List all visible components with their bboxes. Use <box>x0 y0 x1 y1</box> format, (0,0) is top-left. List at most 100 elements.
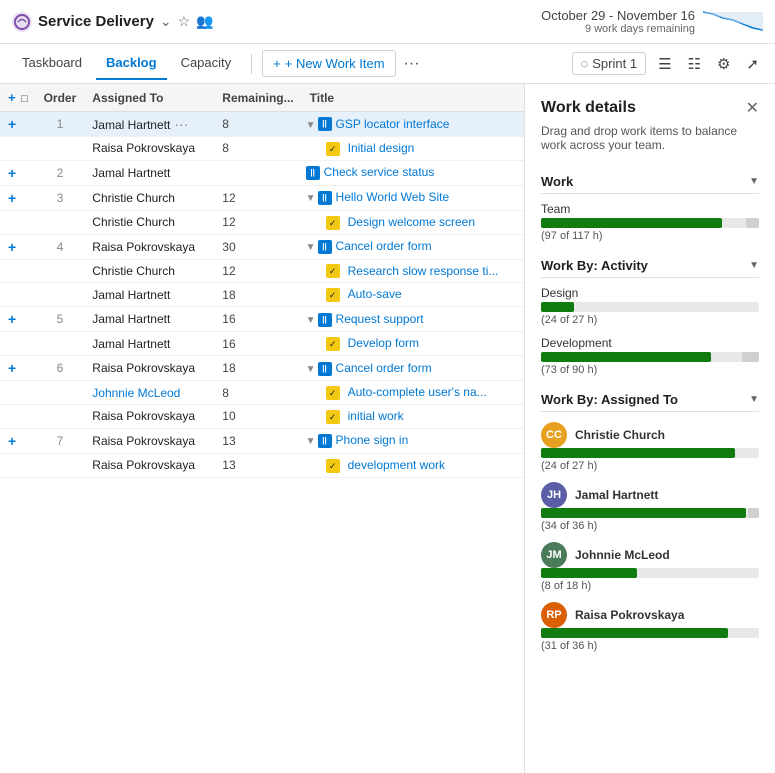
child-work-item-title[interactable]: Auto-save <box>344 287 402 301</box>
parent-work-item-title[interactable]: Phone sign in <box>336 433 409 447</box>
person-bar-container <box>541 568 759 578</box>
settings-icon[interactable]: ⚙ <box>713 51 734 77</box>
assigned-to-name: Jamal Hartnett <box>92 288 170 302</box>
remaining-cell: 13 <box>214 428 301 453</box>
person-bar-container <box>541 628 759 638</box>
assigned-to-name: Jamal Hartnett <box>92 312 170 326</box>
row-more-button[interactable]: ··· <box>174 116 188 132</box>
top-bar: Service Delivery ⌄ ☆ 👥 October 29 - Nove… <box>0 0 775 44</box>
child-work-item-title[interactable]: Auto-complete user's na... <box>344 385 487 399</box>
task-icon: ✓ <box>326 288 340 302</box>
story-icon <box>306 166 320 180</box>
child-work-item-title[interactable]: Design welcome screen <box>344 215 475 229</box>
child-work-item-title[interactable]: initial work <box>344 409 404 423</box>
assigned-to-cell: Jamal Hartnett··· <box>84 112 214 137</box>
title-cell: ▼ GSP locator interface <box>302 112 524 137</box>
assigned-to-name[interactable]: Johnnie McLeod <box>92 386 180 400</box>
add-row-icon[interactable]: + <box>8 90 16 105</box>
filter-options-icon[interactable]: ☰ <box>654 51 675 77</box>
collapse-button[interactable]: ▼ <box>306 364 316 375</box>
row-checkbox-cell <box>0 283 36 307</box>
order-cell: 7 <box>36 428 85 453</box>
person-avatar: JM <box>541 542 567 568</box>
team-members-icon[interactable]: 👥 <box>196 13 213 30</box>
child-work-item-title[interactable]: Research slow response ti... <box>344 264 499 278</box>
collapse-button[interactable]: ▼ <box>306 193 316 204</box>
add-child-icon[interactable]: + <box>8 311 16 327</box>
parent-work-item-title[interactable]: Cancel order form <box>336 239 432 253</box>
add-child-icon[interactable]: + <box>8 433 16 449</box>
work-details-panel: Work details ✕ Drag and drop work items … <box>525 84 775 773</box>
expand-icon[interactable]: ➚ <box>742 51 763 77</box>
row-checkbox-cell: + <box>0 160 36 185</box>
new-work-item-button[interactable]: + + New Work Item <box>262 50 395 77</box>
collapse-button[interactable]: ▼ <box>306 315 316 326</box>
parent-work-item-title[interactable]: GSP locator interface <box>336 117 450 131</box>
row-checkbox-cell: + <box>0 185 36 210</box>
assigned-to-name: Raisa Pokrovskaya <box>92 361 195 375</box>
assigned-to-cell: Raisa Pokrovskaya <box>84 428 214 453</box>
toggle-all-icon[interactable]: □ <box>21 93 28 105</box>
title-cell: ▼ Cancel order form <box>302 356 524 381</box>
filter-icon[interactable]: ☷ <box>684 51 705 77</box>
design-bar-container <box>541 302 759 312</box>
tab-taskboard[interactable]: Taskboard <box>12 47 92 80</box>
collapse-button[interactable]: ▼ <box>306 436 316 447</box>
collapse-button[interactable]: ▼ <box>306 242 316 253</box>
sprint-selector[interactable]: ◌ Sprint 1 <box>572 52 647 75</box>
parent-work-item-title[interactable]: Cancel order form <box>336 361 432 375</box>
table-row: +5Jamal Hartnett16▼Request support <box>0 307 524 332</box>
parent-work-item-title[interactable]: Check service status <box>324 165 435 179</box>
work-by-activity-section-header[interactable]: Work By: Activity ▼ <box>541 252 759 278</box>
development-bar-label: Development <box>541 336 759 350</box>
add-child-icon[interactable]: + <box>8 190 16 206</box>
collapse-button[interactable]: ▼ <box>306 120 316 131</box>
story-icon <box>318 434 332 448</box>
child-work-item-title[interactable]: Initial design <box>344 141 415 155</box>
add-child-icon[interactable]: + <box>8 360 16 376</box>
assigned-to-cell: Christie Church <box>84 185 214 210</box>
order-cell <box>36 381 85 405</box>
tab-backlog[interactable]: Backlog <box>96 47 167 80</box>
work-by-assigned-to-section-header[interactable]: Work By: Assigned To ▼ <box>541 386 759 412</box>
person-bar-caption: (24 of 27 h) <box>541 460 759 472</box>
person-name: Jamal Hartnett <box>575 488 658 502</box>
order-cell <box>36 453 85 477</box>
assigned-to-name: Jamal Hartnett <box>92 166 170 180</box>
plus-icon: + <box>273 56 281 71</box>
person-name: Christie Church <box>575 428 665 442</box>
person-bar-caption: (34 of 36 h) <box>541 520 759 532</box>
story-icon <box>318 313 332 327</box>
parent-work-item-title[interactable]: Hello World Web Site <box>336 190 450 204</box>
table-row: Raisa Pokrovskaya10✓initial work <box>0 404 524 428</box>
row-checkbox-cell <box>0 259 36 283</box>
person-bar-row: RPRaisa Pokrovskaya <box>541 602 759 628</box>
favorite-star-icon[interactable]: ☆ <box>178 13 191 30</box>
assigned-to-name: Christie Church <box>92 264 175 278</box>
assigned-to-name: Raisa Pokrovskaya <box>92 141 195 155</box>
child-work-item-title[interactable]: Develop form <box>344 336 419 350</box>
add-child-icon[interactable]: + <box>8 239 16 255</box>
add-child-icon[interactable]: + <box>8 116 16 132</box>
assigned-to-cell: Christie Church <box>84 259 214 283</box>
tab-capacity[interactable]: Capacity <box>171 47 242 80</box>
row-checkbox-cell <box>0 453 36 477</box>
development-bar-caption: (73 of 90 h) <box>541 364 759 376</box>
design-bar-label: Design <box>541 286 759 300</box>
table-row: Raisa Pokrovskaya8✓Initial design <box>0 137 524 161</box>
assigned-to-cell: Raisa Pokrovskaya <box>84 137 214 161</box>
table-row: +3Christie Church12▼Hello World Web Site <box>0 185 524 210</box>
work-section-label: Work <box>541 174 573 189</box>
row-checkbox-cell <box>0 332 36 356</box>
child-work-item-title[interactable]: development work <box>344 458 445 472</box>
table-header-row: + □ Order Assigned To Remaining... Title <box>0 84 524 112</box>
parent-work-item-title[interactable]: Request support <box>336 312 424 326</box>
more-options-button[interactable]: ··· <box>400 51 424 77</box>
work-section-header[interactable]: Work ▼ <box>541 168 759 194</box>
person-bar-fill <box>541 448 735 458</box>
close-panel-button[interactable]: ✕ <box>746 98 759 118</box>
chevron-down-icon[interactable]: ⌄ <box>160 13 172 30</box>
add-child-icon[interactable]: + <box>8 165 16 181</box>
person-name: Raisa Pokrovskaya <box>575 608 684 622</box>
title-cell: ✓development work <box>302 453 524 477</box>
